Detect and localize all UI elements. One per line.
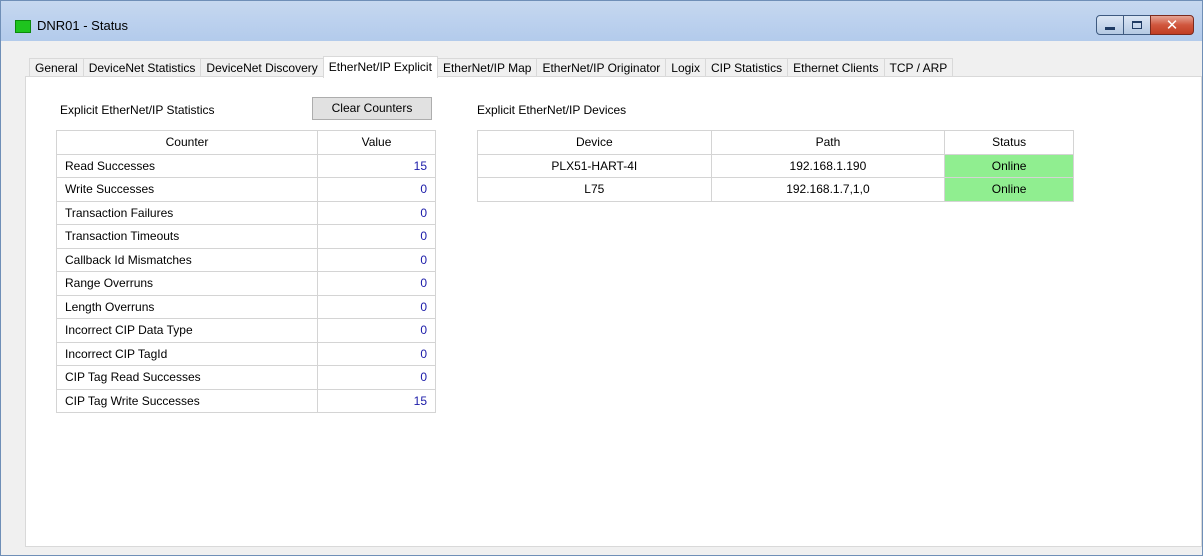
tab-ethernet-ip-map[interactable]: EtherNet/IP Map [436, 58, 538, 78]
tab-tcp-arp[interactable]: TCP / ARP [883, 58, 954, 78]
clear-counters-button[interactable]: Clear Counters [312, 97, 432, 120]
table-row[interactable]: Callback Id Mismatches 0 [56, 247, 436, 272]
counter-name: Transaction Timeouts [56, 224, 318, 249]
counter-name: Write Successes [56, 177, 318, 202]
devices-title: Explicit EtherNet/IP Devices [477, 103, 627, 117]
counter-name: Incorrect CIP Data Type [56, 318, 318, 343]
minimize-button[interactable] [1096, 15, 1124, 35]
table-row[interactable]: PLX51-HART-4I 192.168.1.190 Online [477, 153, 1074, 178]
counter-name: Incorrect CIP TagId [56, 341, 318, 366]
counter-value: 0 [317, 341, 436, 366]
table-row[interactable]: Incorrect CIP Data Type 0 [56, 318, 436, 343]
counter-value: 0 [317, 365, 436, 390]
counter-column-header[interactable]: Counter [56, 130, 318, 155]
counter-table-header: Counter Value [56, 130, 436, 155]
table-row[interactable]: Transaction Failures 0 [56, 200, 436, 225]
table-row[interactable]: Write Successes 0 [56, 177, 436, 202]
tab-devicenet-statistics[interactable]: DeviceNet Statistics [82, 58, 202, 78]
device-column-header[interactable]: Device [477, 130, 712, 155]
table-row[interactable]: CIP Tag Write Successes 15 [56, 388, 436, 413]
maximize-button[interactable] [1123, 15, 1151, 35]
tab-cip-statistics[interactable]: CIP Statistics [704, 58, 789, 78]
counter-value: 0 [317, 224, 436, 249]
maximize-icon [1132, 21, 1142, 29]
device-status: Online [944, 153, 1074, 178]
counter-name: Transaction Failures [56, 200, 318, 225]
device-path: 192.168.1.7,1,0 [710, 177, 946, 202]
window-title: DNR01 - Status [37, 18, 129, 33]
counter-table: Counter Value Read Successes 15 Write Succ… [56, 130, 436, 413]
device-status: Online [944, 177, 1074, 202]
device-name: L75 [477, 177, 712, 202]
status-window: DNR01 - Status ✕ General DeviceNet Statis… [0, 0, 1203, 556]
counter-value: 15 [317, 153, 436, 178]
device-table: Device Path Status PLX51-HART-4I 192.168.… [477, 130, 1074, 202]
counter-value: 0 [317, 177, 436, 202]
tab-ethernet-ip-explicit[interactable]: EtherNet/IP Explicit [322, 56, 438, 78]
counter-name: Length Overruns [56, 294, 318, 319]
stats-title: Explicit EtherNet/IP Statistics [60, 103, 215, 117]
counter-value: 0 [317, 294, 436, 319]
counter-value: 0 [317, 200, 436, 225]
title-bar[interactable]: DNR01 - Status ✕ [1, 1, 1202, 41]
tab-ethernet-clients[interactable]: Ethernet Clients [787, 58, 885, 78]
minimize-icon [1105, 26, 1115, 30]
window-controls: ✕ [1096, 15, 1194, 35]
tab-logix[interactable]: Logix [665, 58, 706, 78]
counter-value: 0 [317, 247, 436, 272]
counter-name: CIP Tag Write Successes [56, 388, 318, 413]
table-row[interactable]: Read Successes 15 [56, 153, 436, 178]
counter-value: 15 [317, 388, 436, 413]
tab-ethernet-ip-originator[interactable]: EtherNet/IP Originator [536, 58, 667, 78]
close-icon: ✕ [1165, 15, 1179, 34]
device-name: PLX51-HART-4I [477, 153, 712, 178]
counter-name: Callback Id Mismatches [56, 247, 318, 272]
device-table-header: Device Path Status [477, 130, 1074, 155]
counter-value: 0 [317, 271, 436, 296]
close-button[interactable]: ✕ [1150, 15, 1194, 35]
counter-value: 0 [317, 318, 436, 343]
tabs: General DeviceNet Statistics DeviceNet Dis… [29, 56, 954, 78]
table-row[interactable]: L75 192.168.1.7,1,0 Online [477, 177, 1074, 202]
status-column-header[interactable]: Status [944, 130, 1074, 155]
counter-name: Read Successes [56, 153, 318, 178]
table-row[interactable]: Transaction Timeouts 0 [56, 224, 436, 249]
counter-name: CIP Tag Read Successes [56, 365, 318, 390]
table-row[interactable]: Length Overruns 0 [56, 294, 436, 319]
tab-strip: General DeviceNet Statistics DeviceNet Dis… [1, 41, 1202, 78]
counter-name: Range Overruns [56, 271, 318, 296]
tab-devicenet-discovery[interactable]: DeviceNet Discovery [200, 58, 324, 78]
app-status-icon [15, 20, 31, 33]
value-column-header[interactable]: Value [317, 130, 436, 155]
table-row[interactable]: Range Overruns 0 [56, 271, 436, 296]
device-path: 192.168.1.190 [710, 153, 946, 178]
explicit-panel: Explicit EtherNet/IP Statistics Clear Co… [25, 76, 1202, 547]
path-column-header[interactable]: Path [710, 130, 946, 155]
tab-general[interactable]: General [29, 58, 84, 78]
table-row[interactable]: Incorrect CIP TagId 0 [56, 341, 436, 366]
table-row[interactable]: CIP Tag Read Successes 0 [56, 365, 436, 390]
